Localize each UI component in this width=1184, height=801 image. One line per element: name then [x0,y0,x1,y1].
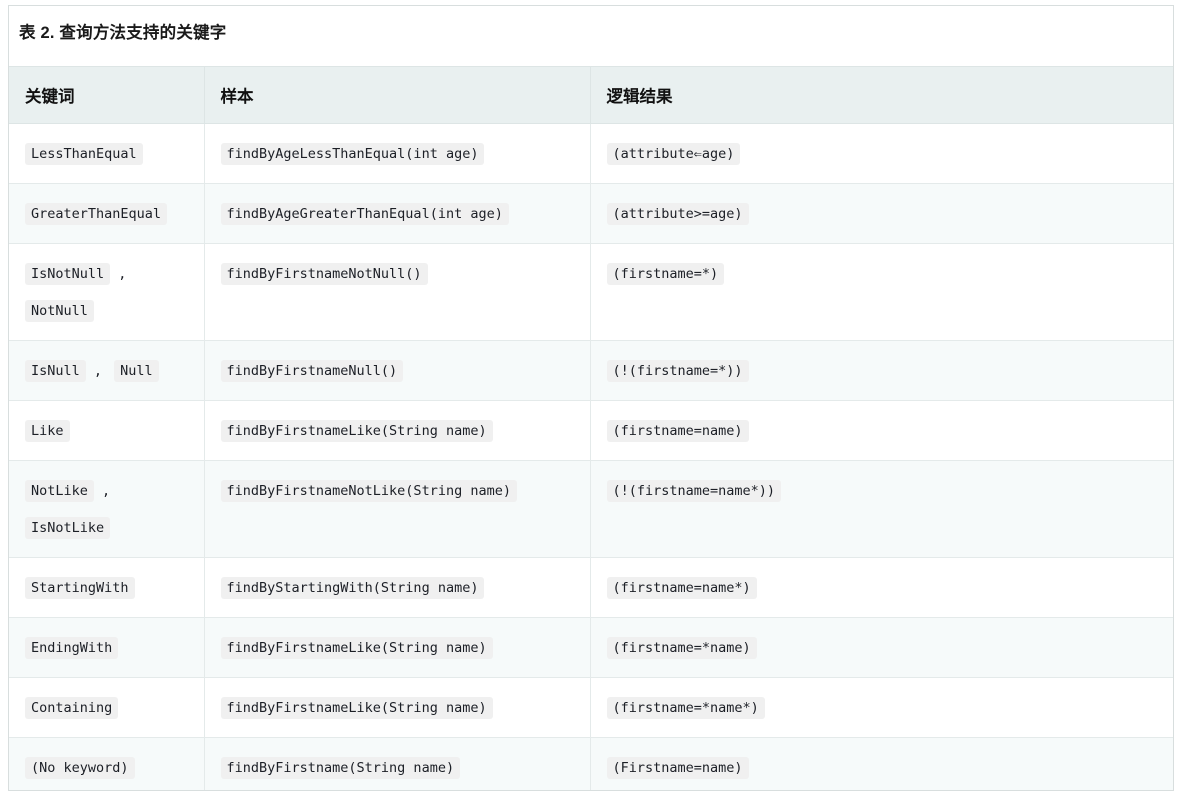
cell-sample: findByAgeGreaterThanEqual(int age) [204,183,591,245]
sample-code: findByStartingWith(String name) [220,577,485,600]
column-header-keyword: 关键词 [9,66,205,125]
cell-sample: findByFirstnameLike(String name) [204,617,591,679]
keyword-separator: , [93,483,111,500]
cell-keyword: IsNotNull , NotNull [9,243,205,342]
keyword-code: LessThanEqual [25,143,143,166]
table-row: (No keyword) findByFirstname(String name)… [9,737,1173,790]
table-row: NotLike , IsNotLike findByFirstnameNotLike… [9,460,1173,559]
sample-code: findByAgeLessThanEqual(int age) [220,143,485,166]
keyword-separator: , [85,363,111,380]
result-code: (firstname=name*) [606,577,757,600]
result-code: (!(firstname=*)) [606,360,749,383]
table-header: 关键词 样本 逻辑结果 [9,66,1173,125]
keyword-code: Null [114,360,159,383]
cell-result: (firstname=name*) [590,557,1173,619]
cell-sample: findByStartingWith(String name) [204,557,591,619]
cell-keyword: StartingWith [9,557,205,619]
keyword-code: EndingWith [25,637,119,660]
sample-code: findByFirstnameLike(String name) [220,697,493,720]
cell-result: (!(firstname=name*)) [590,460,1173,559]
sample-code: findByFirstnameLike(String name) [220,637,493,660]
cell-keyword: LessThanEqual [9,123,205,185]
table-row: IsNull , Null findByFirstnameNull() (!(fir… [9,340,1173,402]
cell-result: (firstname=*) [590,243,1173,342]
sample-code: findByFirstnameNull() [220,360,404,383]
table-row: StartingWith findByStartingWith(String na… [9,557,1173,619]
keyword-code: Like [25,420,70,443]
table-caption: 表 2. 查询方法支持的关键字 [19,24,227,42]
cell-sample: findByFirstnameLike(String name) [204,677,591,739]
table-header-row: 关键词 样本 逻辑结果 [9,66,1173,125]
keyword-code: IsNull [25,360,86,383]
cell-sample: findByAgeLessThanEqual(int age) [204,123,591,185]
cell-result: (attribute>=age) [590,183,1173,245]
result-code: (firstname=*) [606,263,725,286]
result-code: (firstname=*name*) [606,697,765,720]
cell-keyword: EndingWith [9,617,205,679]
cell-keyword: NotLike , IsNotLike [9,460,205,559]
table-row: EndingWith findByFirstnameLike(String nam… [9,617,1173,679]
result-code: (firstname=*name) [606,637,757,660]
cell-result: (!(firstname=*)) [590,340,1173,402]
keyword-code: Containing [25,697,119,720]
cell-result: (firstname=*name*) [590,677,1173,739]
cell-result: (Firstname=name) [590,737,1173,790]
column-header-sample: 样本 [204,66,591,125]
cell-keyword: Containing [9,677,205,739]
cell-result: (attribute⇐age) [590,123,1173,185]
cell-keyword: GreaterThanEqual [9,183,205,245]
column-header-result: 逻辑结果 [590,66,1173,125]
keyword-code: IsNotLike [25,517,111,540]
cell-sample: findByFirstnameNull() [204,340,591,402]
query-keywords-table: 关键词 样本 逻辑结果 LessThanEqual findByAgeLessTh… [9,66,1173,790]
result-code: (attribute>=age) [606,203,749,226]
keyword-code: StartingWith [25,577,135,600]
cell-sample: findByFirstname(String name) [204,737,591,790]
keyword-code: GreaterThanEqual [25,203,168,226]
sample-code: findByFirstnameNotLike(String name) [220,480,517,503]
document-page: 表 2. 查询方法支持的关键字 关键词 样本 逻辑结果 LessThanEqua… [8,5,1174,791]
sample-code: findByFirstnameLike(String name) [220,420,493,443]
table-row: LessThanEqual findByAgeLessThanEqual(int … [9,123,1173,185]
cell-sample: findByFirstnameLike(String name) [204,400,591,462]
keyword-code: NotLike [25,480,94,503]
cell-result: (firstname=*name) [590,617,1173,679]
table-row: GreaterThanEqual findByAgeGreaterThanEqua… [9,183,1173,245]
cell-keyword: (No keyword) [9,737,205,790]
result-code: (firstname=name) [606,420,749,443]
cell-sample: findByFirstnameNotLike(String name) [204,460,591,559]
table-body: LessThanEqual findByAgeLessThanEqual(int … [9,123,1173,790]
keyword-code: IsNotNull [25,263,111,286]
sample-code: findByAgeGreaterThanEqual(int age) [220,203,509,226]
keyword-separator: , [110,266,127,283]
cell-sample: findByFirstnameNotNull() [204,243,591,342]
table-row: IsNotNull , NotNull findByFirstnameNotNull… [9,243,1173,342]
table-row: Containing findByFirstnameLike(String nam… [9,677,1173,739]
keyword-code: (No keyword) [25,757,135,780]
result-code: (!(firstname=name*)) [606,480,782,503]
keyword-code: NotNull [25,300,94,323]
result-code: (Firstname=name) [606,757,749,780]
sample-code: findByFirstname(String name) [220,757,461,780]
cell-keyword: Like [9,400,205,462]
cell-keyword: IsNull , Null [9,340,205,402]
sample-code: findByFirstnameNotNull() [220,263,428,286]
cell-result: (firstname=name) [590,400,1173,462]
result-code: (attribute⇐age) [606,143,741,166]
table-row: Like findByFirstnameLike(String name) (fir… [9,400,1173,462]
